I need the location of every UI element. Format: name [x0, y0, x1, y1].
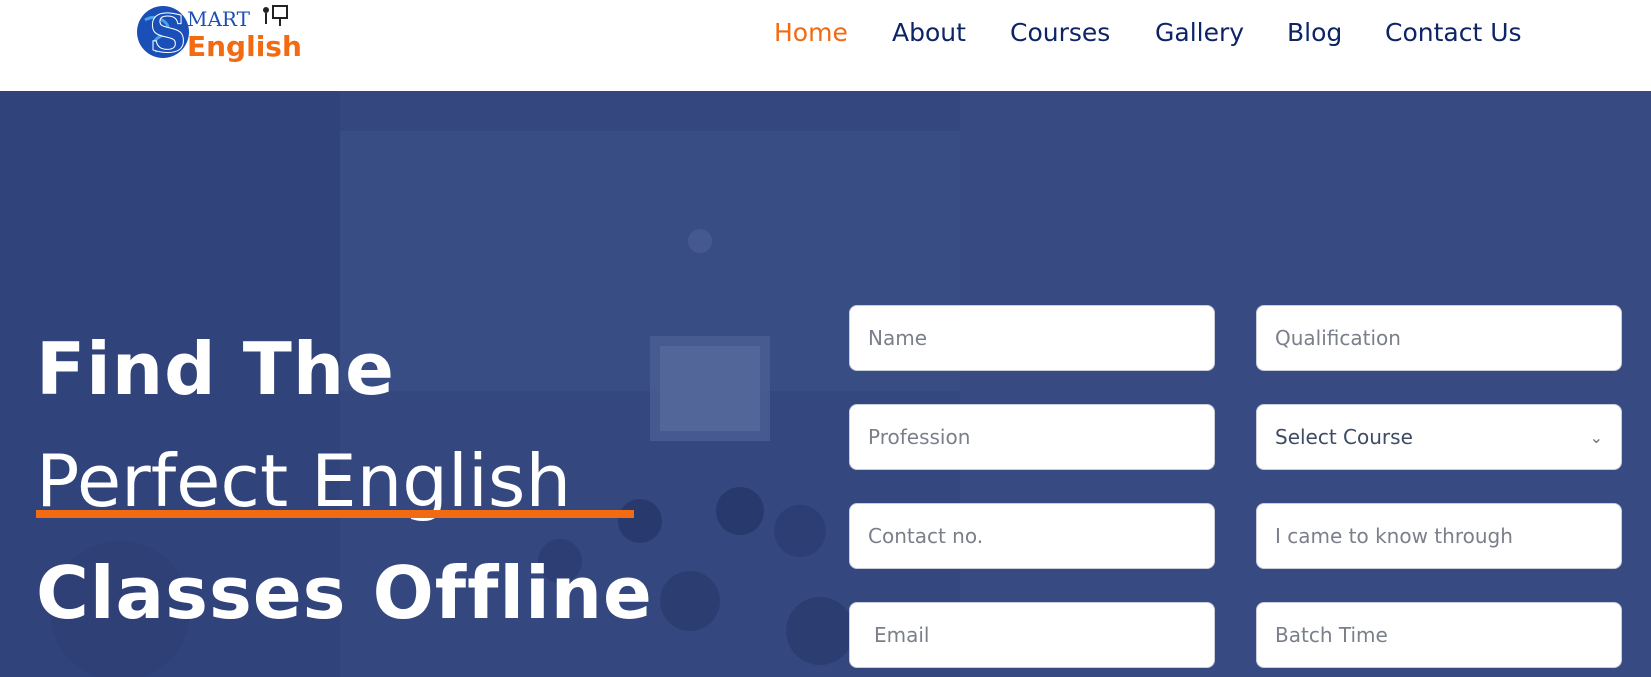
nav-gallery[interactable]: Gallery — [1155, 18, 1244, 47]
hero-section: Find The Perfect English Classes Offline… — [0, 91, 1651, 677]
nav-home[interactable]: Home — [774, 18, 848, 47]
nav-contact-us[interactable]: Contact Us — [1385, 18, 1522, 47]
hero-heading-line1: Find The — [36, 327, 395, 411]
referral-source-input[interactable] — [1256, 503, 1622, 569]
svg-text:English: English — [187, 30, 302, 63]
heading-underline-accent — [36, 510, 634, 518]
batch-time-input[interactable] — [1256, 602, 1622, 668]
logo-graphic: S MART English — [137, 4, 302, 66]
profession-input[interactable] — [849, 404, 1215, 470]
course-select-value: Select Course — [1275, 425, 1413, 449]
svg-text:S: S — [149, 4, 187, 65]
svg-text:MART: MART — [187, 7, 251, 31]
course-select[interactable]: Select Course ⌄ — [1256, 404, 1622, 470]
email-input[interactable] — [849, 602, 1215, 668]
chevron-down-icon: ⌄ — [1589, 427, 1603, 447]
name-input[interactable] — [849, 305, 1215, 371]
contact-number-input[interactable] — [849, 503, 1215, 569]
hero-heading-line3: Classes Offline — [36, 551, 653, 635]
qualification-input[interactable] — [1256, 305, 1622, 371]
nav-about[interactable]: About — [892, 18, 966, 47]
nav-courses[interactable]: Courses — [1010, 18, 1110, 47]
smart-english-logo[interactable]: S MART English — [135, 2, 305, 68]
nav-blog[interactable]: Blog — [1287, 18, 1342, 47]
site-header: S MART English Home About Courses Galler… — [0, 0, 1651, 91]
